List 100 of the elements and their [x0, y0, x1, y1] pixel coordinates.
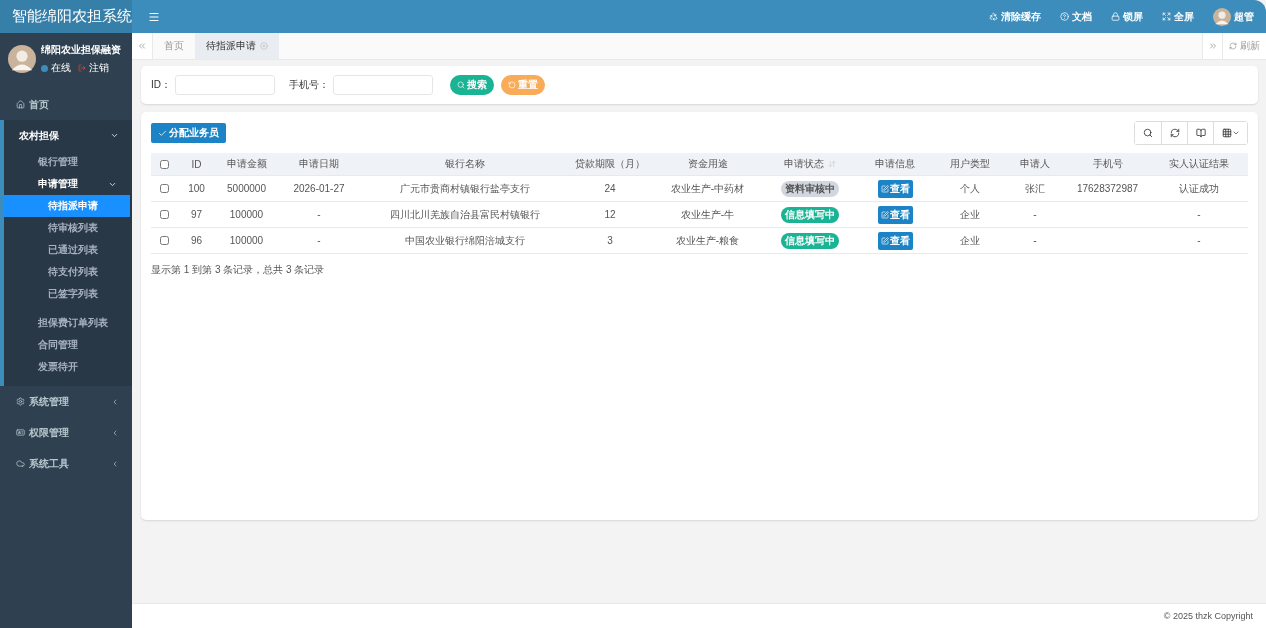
gear-icon — [16, 397, 25, 406]
view-button[interactable]: 查看 — [877, 205, 913, 224]
edit-icon — [880, 210, 889, 219]
table-cell: 97 — [190, 209, 203, 220]
search-icon — [1143, 128, 1153, 138]
table-cell: - — [1197, 235, 1201, 246]
table-cell: - — [1033, 209, 1037, 220]
menu-item[interactable]: 待支付列表 — [4, 261, 130, 283]
refresh-tab-button[interactable]: 刷新 — [1223, 33, 1266, 59]
status-text: 在线 — [51, 61, 71, 75]
menu-item[interactable]: 已签字列表 — [4, 283, 130, 305]
menu-item[interactable]: 系统工具 — [0, 448, 132, 479]
menu-item[interactable]: 权限管理 — [0, 417, 132, 448]
table-cell: 张汇 — [1025, 182, 1045, 194]
table-cell: - — [1197, 209, 1201, 220]
help-icon — [1060, 12, 1069, 21]
menu-item[interactable]: 首页 — [0, 89, 132, 120]
table-cell: 中国农业银行绵阳涪城支行 — [405, 234, 525, 246]
expand-icon — [1162, 12, 1171, 21]
table-cell: 四川北川羌族自治县富民村镇银行 — [390, 208, 540, 220]
column-header: 贷款期限（月） — [575, 157, 645, 171]
menu-item[interactable]: 农村担保 — [4, 120, 132, 151]
input-field[interactable] — [175, 75, 275, 95]
edit-icon — [880, 184, 889, 193]
app-title: 智能绵阳农担系统 — [0, 0, 132, 33]
user-menu[interactable]: 超管 — [1213, 7, 1254, 26]
toolbar-link[interactable]: 文档 — [1060, 9, 1092, 24]
view-button[interactable]: 查看 — [877, 179, 913, 198]
table-cell: 12 — [604, 209, 616, 220]
toolbar-link[interactable]: 锁屏 — [1111, 9, 1143, 24]
column-header: 申请状态 — [784, 157, 824, 171]
toolbar-link[interactable]: 全屏 — [1162, 9, 1194, 24]
select-all-checkbox[interactable] — [160, 159, 169, 169]
table-cell: 认证成功 — [1179, 182, 1219, 194]
menu-item[interactable]: 发票待开 — [4, 356, 130, 378]
assign-button[interactable]: 分配业务员 — [151, 123, 226, 143]
table-cell: 农业生产-中药材 — [670, 182, 745, 194]
field-label: 手机号： — [289, 78, 329, 92]
table-cell: 96 — [190, 235, 203, 246]
menu-item[interactable]: 申请管理 — [4, 173, 130, 195]
avatar — [8, 45, 36, 73]
table-cell: 农业生产-牛 — [680, 208, 735, 220]
column-header: 手机号 — [1092, 157, 1123, 171]
grid-icon — [1221, 128, 1232, 138]
chevron-down-icon — [110, 131, 119, 140]
column-header: 申请信息 — [875, 157, 915, 171]
menu-item[interactable]: 合同管理 — [4, 334, 130, 356]
home-icon — [16, 100, 25, 109]
logout-link[interactable]: 注销 — [89, 61, 109, 75]
online-dot — [41, 64, 48, 72]
column-header: 申请金额 — [226, 157, 267, 171]
row-checkbox[interactable] — [160, 210, 169, 219]
columns-button[interactable] — [1213, 122, 1247, 144]
id-card-icon — [16, 428, 25, 437]
table-cell: 100000 — [229, 235, 264, 246]
caret-icon — [1231, 129, 1240, 137]
view-button[interactable]: 查看 — [877, 231, 913, 250]
page-tab[interactable]: 待指派申请 — [195, 33, 279, 59]
field-label: ID： — [151, 78, 171, 92]
input-field[interactable] — [333, 75, 433, 95]
table-cell: 2026-01-27 — [293, 183, 345, 194]
book-icon — [1195, 128, 1206, 138]
column-header: 实人认证结果 — [1169, 157, 1229, 171]
edit-icon — [880, 236, 889, 245]
copyright-text: © 2025 thzk Copyright — [1163, 611, 1253, 621]
column-header: 申请日期 — [299, 157, 339, 171]
status-badge: 信息填写中 — [781, 206, 839, 223]
double-chevron-right-icon — [1207, 41, 1218, 51]
column-header: 银行名称 — [445, 157, 485, 171]
double-chevron-left-icon — [137, 41, 147, 51]
table-cell: - — [317, 209, 321, 220]
menu-item[interactable]: 系统管理 — [0, 386, 132, 417]
table-cell: 广元市贵商村镇银行盐亭支行 — [400, 182, 530, 194]
column-header: ID — [191, 158, 202, 170]
page-tab[interactable]: 首页 — [153, 33, 195, 59]
toolbar-link[interactable]: 清除缓存 — [989, 9, 1041, 24]
table-cell: - — [317, 235, 321, 246]
table-cell: 农业生产-粮食 — [675, 234, 740, 246]
table-cell: - — [1033, 235, 1037, 246]
menu-item[interactable]: 待审核列表 — [4, 217, 130, 239]
table-cell: 企业 — [960, 208, 980, 220]
table-cell: 100 — [188, 183, 205, 194]
refresh-icon — [1169, 128, 1180, 138]
refresh-icon — [1229, 42, 1237, 50]
menu-icon[interactable] — [148, 10, 160, 23]
menu-item[interactable]: 银行管理 — [4, 151, 130, 173]
check-icon — [158, 128, 167, 138]
menu-item[interactable]: 待指派申请 — [4, 195, 130, 217]
chevron-left-icon — [111, 397, 119, 406]
table-cell: 100000 — [229, 209, 264, 220]
menu-item[interactable]: 已通过列表 — [4, 239, 130, 261]
row-checkbox[interactable] — [160, 184, 169, 193]
user-name: 绵阳农业担保融资 — [41, 43, 121, 57]
column-header: 申请人 — [1020, 157, 1050, 171]
table-cell: 3 — [607, 235, 613, 246]
logout-icon — [78, 64, 86, 72]
menu-item[interactable]: 担保费订单列表 — [4, 312, 130, 334]
column-header: 资金用途 — [687, 157, 728, 171]
row-checkbox[interactable] — [160, 236, 169, 245]
table-cell: 17628372987 — [1076, 183, 1139, 194]
